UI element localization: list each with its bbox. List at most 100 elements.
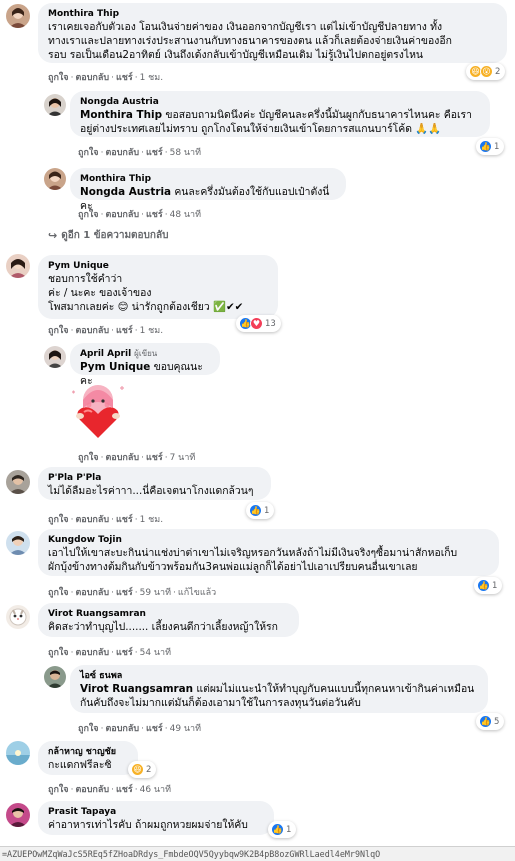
share-button[interactable]: แชร์ xyxy=(116,647,133,659)
share-button[interactable]: แชร์ xyxy=(146,209,163,221)
view-more-replies-link[interactable]: ↪ ดูอีก 1 ข้อความตอบกลับ xyxy=(48,228,168,243)
share-button[interactable]: แชร์ xyxy=(116,325,133,337)
comment-bubble: Monthira Thip Nongda Austria คนละครึ่งมั… xyxy=(70,168,346,212)
comment-author[interactable]: Kungdow Tojin xyxy=(48,534,489,546)
avatar[interactable] xyxy=(6,470,30,494)
comment-text-line: ค่ะ / นะคะ ของเจ้าของ xyxy=(48,287,152,299)
reply-button[interactable]: ตอบกลับ xyxy=(75,72,109,84)
reply-button[interactable]: ตอบกลับ xyxy=(105,723,139,735)
like-button[interactable]: ถูกใจ xyxy=(78,209,99,221)
avatar[interactable] xyxy=(6,803,30,827)
reaction-summary[interactable]: 👍 1 xyxy=(268,821,297,838)
reply-button[interactable]: ตอบกลับ xyxy=(75,325,109,337)
comment-author[interactable]: ไอซ์ ธนพล xyxy=(80,670,478,682)
comment-bubble: Monthira Thip เราเคยเจอกับตัวเอง โอนเงิน… xyxy=(38,3,507,63)
comment-actions: ถูกใจ · ตอบกลับ · แชร์ · 1 ชม. xyxy=(48,514,164,526)
comment-actions: ถูกใจ · ตอบกลับ · แชร์ · 59 นาที · แก้ไขแล้ว xyxy=(48,587,217,599)
reaction-summary[interactable]: 😆 2 xyxy=(128,761,157,778)
like-button[interactable]: ถูกใจ xyxy=(48,325,69,337)
like-reaction-icon: 👍 xyxy=(477,579,490,592)
comment-author[interactable]: Monthira Thip xyxy=(48,8,497,20)
share-button[interactable]: แชร์ xyxy=(146,147,163,159)
like-button[interactable]: ถูกใจ xyxy=(48,784,69,796)
like-button[interactable]: ถูกใจ xyxy=(78,452,99,464)
like-button[interactable]: ถูกใจ xyxy=(48,72,69,84)
comment-time[interactable]: 46 นาที xyxy=(140,784,171,796)
view-more-replies-label: ดูอีก 1 ข้อความตอบกลับ xyxy=(61,230,169,241)
comment-bubble: Prasit Tapaya ค่าอาหารเท่าไรคับ ถ้าผมถูก… xyxy=(38,801,274,835)
comment-text-line: ผักบุ้งข้างทางต้มกินกับข้าวพร้อมกัน3คนพ่… xyxy=(48,561,418,573)
avatar[interactable] xyxy=(6,741,30,765)
reaction-summary[interactable]: 👍 1 xyxy=(474,577,503,594)
comment-author[interactable]: Nongda Austria xyxy=(80,96,480,108)
avatar[interactable] xyxy=(44,346,66,368)
avatar[interactable] xyxy=(44,666,66,688)
like-button[interactable]: ถูกใจ xyxy=(48,514,69,526)
comment-bubble: April April ผู้เขียน Pym Unique ขอบคุณนะค… xyxy=(70,343,220,387)
mention-tag[interactable]: Pym Unique xyxy=(80,361,150,373)
comment-time[interactable]: 59 นาที xyxy=(140,587,171,599)
mention-tag[interactable]: Nongda Austria xyxy=(80,186,171,198)
comment-author[interactable]: April April ผู้เขียน xyxy=(80,348,210,360)
comment-time[interactable]: 54 นาที xyxy=(140,647,171,659)
reaction-summary[interactable]: 👍 5 xyxy=(476,713,505,730)
share-button[interactable]: แชร์ xyxy=(146,723,163,735)
comment-text-line: ชอบการใช้คำว่า xyxy=(48,273,123,285)
comment-bubble: Virot Ruangsamran คิดสะว่าทำบุญไป.......… xyxy=(38,603,299,637)
reaction-count: 2 xyxy=(495,66,501,77)
like-reaction-icon: 👍 xyxy=(271,823,284,836)
comment-actions: ถูกใจ · ตอบกลับ · แชร์ · 54 นาที xyxy=(48,647,172,659)
share-button[interactable]: แชร์ xyxy=(116,784,133,796)
edited-label[interactable]: แก้ไขแล้ว xyxy=(178,587,216,599)
reply-button[interactable]: ตอบกลับ xyxy=(75,514,109,526)
avatar[interactable] xyxy=(44,168,66,190)
like-button[interactable]: ถูกใจ xyxy=(48,647,69,659)
comment-author[interactable]: P'Pla P'Pla xyxy=(48,472,261,484)
comment-time[interactable]: 48 นาที xyxy=(170,209,201,221)
share-button[interactable]: แชร์ xyxy=(116,587,133,599)
like-button[interactable]: ถูกใจ xyxy=(48,587,69,599)
comment-author[interactable]: Virot Ruangsamran xyxy=(48,608,289,620)
mention-tag[interactable]: Monthira Thip xyxy=(80,109,162,121)
comment-time[interactable]: 1 ชม. xyxy=(140,72,164,84)
comment-time[interactable]: 1 ชม. xyxy=(140,325,164,337)
comment-author[interactable]: กล้าหาญ ชาญชัย xyxy=(48,746,128,758)
like-button[interactable]: ถูกใจ xyxy=(78,147,99,159)
comment-time[interactable]: 58 นาที xyxy=(170,147,201,159)
comment-text-line: ไม่ได้ลืมอะไรค่าาา...นี่คือเจตนาโกงแดกล้… xyxy=(48,485,254,497)
reaction-summary[interactable]: 😆 😮 2 xyxy=(466,63,506,80)
like-reaction-icon: 👍 xyxy=(479,140,492,153)
avatar[interactable] xyxy=(6,4,30,28)
reply-button[interactable]: ตอบกลับ xyxy=(105,452,139,464)
comment-author[interactable]: Prasit Tapaya xyxy=(48,806,264,818)
comment-bubble: P'Pla P'Pla ไม่ได้ลืมอะไรค่าาา...นี่คือเ… xyxy=(38,467,271,500)
haha-reaction-icon: 😆 xyxy=(131,763,144,776)
reply-button[interactable]: ตอบกลับ xyxy=(75,587,109,599)
avatar[interactable] xyxy=(6,254,30,278)
avatar[interactable] xyxy=(44,94,66,116)
reaction-count: 1 xyxy=(492,580,498,591)
comment-author[interactable]: Pym Unique xyxy=(48,260,268,272)
reaction-summary[interactable]: 👍 1 xyxy=(246,502,275,519)
comment-bubble: ไอซ์ ธนพล Virot Ruangsamran แต่ผมไม่แนะน… xyxy=(70,665,488,713)
comment-author[interactable]: Monthira Thip xyxy=(80,173,336,185)
like-button[interactable]: ถูกใจ xyxy=(78,723,99,735)
avatar[interactable] xyxy=(6,605,30,629)
share-button[interactable]: แชร์ xyxy=(146,452,163,464)
mention-tag[interactable]: Virot Ruangsamran xyxy=(80,683,193,695)
reply-button[interactable]: ตอบกลับ xyxy=(105,147,139,159)
reply-button[interactable]: ตอบกลับ xyxy=(75,784,109,796)
comment-time[interactable]: 49 นาที xyxy=(170,723,201,735)
share-button[interactable]: แชร์ xyxy=(116,72,133,84)
reply-button[interactable]: ตอบกลับ xyxy=(105,209,139,221)
comment-text-line: เราเคยเจอกับตัวเอง โอนเงินจ่ายค่าของ เงิ… xyxy=(48,21,443,33)
comment-time[interactable]: 7 นาที xyxy=(170,452,196,464)
comment-time[interactable]: 1 ชม. xyxy=(140,514,164,526)
share-button[interactable]: แชร์ xyxy=(116,514,133,526)
reaction-summary[interactable]: 👍 1 xyxy=(476,138,505,155)
wow-reaction-icon: 😮 xyxy=(480,65,493,78)
reaction-summary[interactable]: 👍 ♥ 13 xyxy=(236,315,281,332)
avatar[interactable] xyxy=(6,531,30,555)
heart-sticker[interactable] xyxy=(66,378,130,442)
reply-button[interactable]: ตอบกลับ xyxy=(75,647,109,659)
